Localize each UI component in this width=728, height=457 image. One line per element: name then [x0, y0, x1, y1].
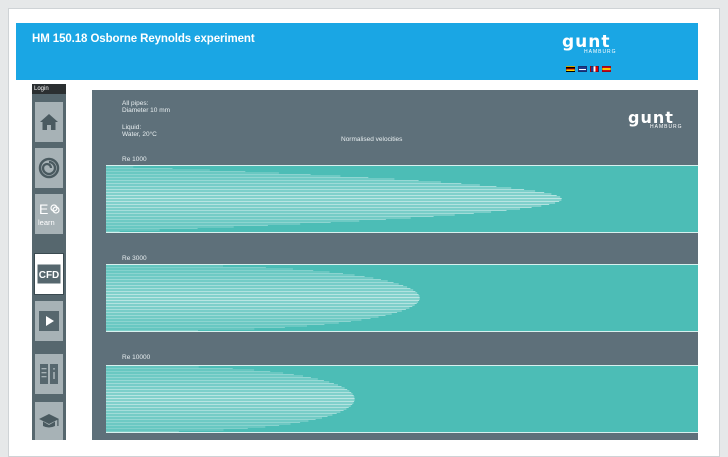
login-label: Login — [34, 86, 49, 92]
liquid-label: Liquid: — [122, 124, 142, 131]
login-button[interactable]: Login — [32, 84, 66, 94]
pipe-re3000 — [106, 264, 698, 332]
elearn-button[interactable]: E learn — [35, 194, 63, 234]
home-button[interactable] — [35, 102, 63, 142]
sidebar: E learn CFD — [32, 94, 66, 440]
gunt-logo: gunt HAMBURG — [562, 34, 642, 62]
elearn-icon: E learn — [38, 201, 60, 227]
svg-text:learn: learn — [38, 218, 55, 227]
play-button[interactable] — [35, 301, 63, 341]
training-button[interactable] — [35, 402, 63, 440]
liquid-value: Water, 20°C — [122, 131, 157, 138]
info-book-icon — [40, 364, 58, 384]
info-button[interactable] — [35, 354, 63, 394]
home-icon — [40, 114, 58, 130]
logo-subtitle: HAMBURG — [584, 49, 617, 55]
french-flag-icon[interactable] — [590, 66, 599, 72]
panel-logo-subtitle: HAMBURG — [650, 124, 683, 130]
profile-label-re1000: Re 1000 — [122, 156, 147, 163]
profile-label-re10000: Re 10000 — [122, 354, 151, 361]
english-flag-icon[interactable] — [578, 66, 587, 72]
spanish-flag-icon[interactable] — [602, 66, 611, 72]
svg-text:E: E — [39, 201, 48, 217]
app-title: HM 150.18 Osborne Reynolds experiment — [32, 33, 255, 45]
language-selector — [566, 66, 611, 72]
pipes-label: All pipes: — [122, 100, 149, 107]
pipe-re1000 — [106, 165, 698, 233]
flow-button[interactable] — [35, 148, 63, 188]
pipes-diameter: Diameter 10 mm — [122, 107, 171, 114]
velocity-profile-re3000 — [106, 265, 420, 331]
pipe-re10000 — [106, 365, 698, 433]
german-flag-icon[interactable] — [566, 66, 575, 72]
svg-text:CFD: CFD — [39, 270, 60, 281]
graduation-cap-icon — [39, 414, 59, 428]
velocity-profile-re10000 — [106, 366, 355, 432]
play-icon — [39, 311, 59, 331]
chart-heading: Normalised velocities — [341, 136, 403, 143]
profile-label-re3000: Re 3000 — [122, 255, 147, 262]
cfd-button[interactable]: CFD — [34, 253, 64, 295]
cfd-icon: CFD — [37, 264, 61, 284]
swirl-icon — [38, 157, 60, 179]
velocity-profile-re1000 — [106, 166, 562, 232]
panel-gunt-logo: gunt HAMBURG — [628, 110, 683, 131]
